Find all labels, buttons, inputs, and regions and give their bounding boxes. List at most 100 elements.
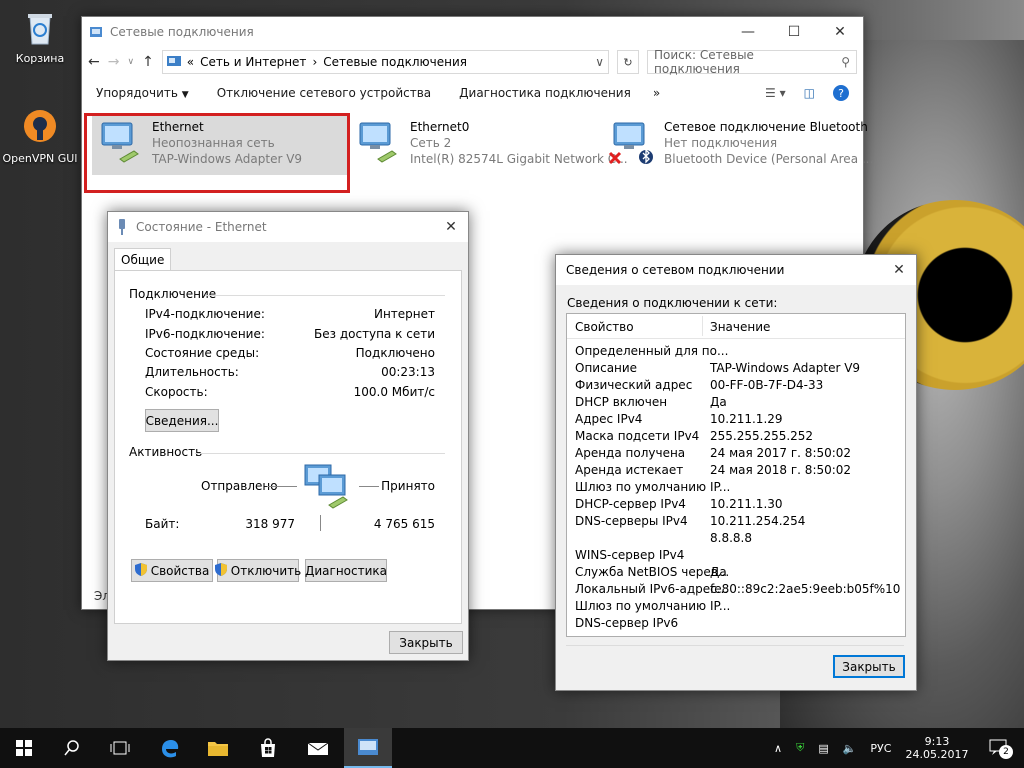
field-label: Длительность:	[145, 365, 239, 379]
minimize-button[interactable]: —	[725, 17, 771, 47]
back-arrow-icon[interactable]: ←	[88, 54, 100, 70]
activity-line	[267, 486, 297, 487]
field-value: 100.0 Мбит/с	[353, 385, 435, 399]
breadcrumb-network-internet[interactable]: Сеть и Интернет	[200, 55, 306, 69]
diagnose-button[interactable]: Диагностика	[305, 559, 387, 582]
search-icon: ⚲	[841, 55, 850, 69]
list-cell-property: DNS-серверы IPv4	[575, 514, 688, 528]
disable-button[interactable]: Отключить	[214, 559, 301, 582]
column-header-property[interactable]: Свойство	[575, 320, 634, 334]
forward-arrow-icon[interactable]: →	[108, 54, 120, 70]
close-button[interactable]: ✕	[434, 219, 468, 235]
close-dialog-button[interactable]: Закрыть	[389, 631, 463, 654]
dialog-titlebar: Состояние - Ethernet ✕	[108, 212, 468, 242]
diagnose-button[interactable]: Диагностика подключения	[459, 86, 631, 100]
desktop-icon-openvpn[interactable]: OpenVPN GUI	[2, 108, 78, 165]
network-adapter-icon	[354, 119, 402, 168]
address-dropdown-icon[interactable]: ∨	[595, 55, 604, 69]
breadcrumb-network-connections[interactable]: Сетевые подключения	[323, 55, 467, 69]
tab-panel: Подключение IPv4-подключение: Интернет I…	[114, 270, 462, 624]
list-cell-value: Да	[710, 565, 727, 579]
column-header-value[interactable]: Значение	[710, 320, 770, 334]
notification-badge: 2	[999, 744, 1013, 759]
bluetooth-adapter-icon	[608, 119, 656, 168]
adapter-item-bluetooth[interactable]: Сетевое подключение Bluetooth Нет подклю…	[604, 115, 873, 172]
organize-button[interactable]: Упорядочить ▼	[96, 86, 189, 100]
search-button[interactable]	[48, 728, 96, 768]
chevron-up-icon[interactable]: ∧	[774, 742, 782, 755]
network-activity-icon	[301, 461, 357, 514]
store-taskbar-button[interactable]	[244, 728, 292, 768]
mail-taskbar-button[interactable]	[294, 728, 342, 768]
list-cell-value: 8.8.8.8	[710, 531, 752, 545]
clock[interactable]: 9:13 24.05.2017	[906, 728, 969, 768]
action-center-button[interactable]: 2	[980, 728, 1016, 768]
field-label: IPv4-подключение:	[145, 307, 265, 321]
volume-icon[interactable]: 🔈	[843, 742, 857, 755]
list-cell-property: Маска подсети IPv4	[575, 429, 700, 443]
mail-icon	[307, 742, 329, 755]
close-button[interactable]: ✕	[882, 262, 916, 278]
field-label: Скорость:	[145, 385, 208, 399]
list-cell-property: DNS-сервер IPv6	[575, 616, 679, 630]
close-button[interactable]: ✕	[817, 17, 863, 47]
address-folder-icon	[166, 55, 181, 70]
bytes-divider	[320, 515, 321, 531]
command-bar: Упорядочить ▼ Отключение сетевого устрой…	[82, 77, 863, 109]
task-view-button[interactable]	[96, 728, 144, 768]
list-cell-property: Служба NetBIOS черев...	[575, 565, 730, 579]
ethernet-status-dialog: Состояние - Ethernet ✕ Общие Подключение…	[107, 211, 469, 661]
folder-icon	[208, 742, 228, 756]
openvpn-icon	[20, 108, 60, 148]
field-value: Подключено	[355, 346, 435, 360]
network-plug-icon	[108, 219, 136, 235]
properties-button[interactable]: Свойства	[131, 559, 213, 582]
list-cell-value: 00-FF-0B-7F-D4-33	[710, 378, 824, 392]
view-options-icon[interactable]: ☰ ▾	[765, 86, 786, 100]
list-cell-property: Описание	[575, 361, 638, 375]
windows-defender-icon[interactable]: ⛨	[796, 741, 804, 755]
dialog-title: Сведения о сетевом подключении	[566, 263, 785, 277]
recycle-bin-icon	[20, 8, 60, 48]
field-value: Без доступа к сети	[314, 327, 435, 341]
file-explorer-taskbar-button[interactable]	[194, 728, 242, 768]
disable-device-button[interactable]: Отключение сетевого устройства	[217, 86, 431, 100]
adapter-status: Сеть 2	[410, 136, 452, 150]
up-arrow-icon[interactable]: ↑	[142, 54, 154, 70]
start-button[interactable]	[0, 728, 48, 768]
close-dialog-button[interactable]: Закрыть	[833, 655, 905, 678]
shield-icon	[214, 562, 227, 579]
field-value: 00:23:13	[381, 365, 435, 379]
list-cell-property: Аренда истекает	[575, 463, 684, 477]
bytes-label: Байт:	[145, 517, 180, 531]
edge-taskbar-button[interactable]	[146, 728, 194, 768]
language-indicator[interactable]: РУС	[870, 742, 891, 755]
network-connections-taskbar-button[interactable]	[344, 728, 392, 768]
group-activity-label: Активность	[129, 445, 203, 459]
list-cell-property: Аренда получена	[575, 446, 686, 460]
search-icon	[64, 740, 79, 756]
column-separator[interactable]	[702, 316, 703, 336]
network-tray-icon[interactable]: ▤	[818, 742, 828, 755]
window-title: Сетевые подключения	[110, 25, 254, 39]
system-tray: ∧ ⛨ ▤ 🔈 РУС	[774, 728, 891, 768]
received-label: Принято	[381, 479, 435, 493]
network-folder-icon	[82, 25, 110, 39]
desktop-icon-recycle-bin[interactable]: Корзина	[2, 8, 78, 65]
help-icon[interactable]: ?	[833, 85, 849, 101]
details-list[interactable]: Свойство Значение Определенный для по...…	[566, 313, 906, 637]
more-commands-button[interactable]: »	[653, 86, 660, 100]
tab-general[interactable]: Общие	[114, 248, 172, 271]
adapter-device: Intel(R) 82574L Gigabit Network C...	[410, 152, 628, 166]
refresh-icon[interactable]: ↻	[617, 50, 639, 74]
dialog-title: Состояние - Ethernet	[136, 220, 267, 234]
adapter-item-ethernet0[interactable]: Ethernet0 Сеть 2 Intel(R) 82574L Gigabit…	[350, 115, 628, 172]
maximize-button[interactable]: ☐	[771, 17, 817, 47]
search-input[interactable]: Поиск: Сетевые подключения ⚲	[647, 48, 857, 76]
list-cell-value: 255.255.255.252	[710, 429, 814, 443]
address-bar[interactable]: « Сеть и Интернет › Сетевые подключения …	[161, 50, 609, 74]
details-button[interactable]: Сведения...	[145, 409, 219, 432]
dialog-titlebar: Сведения о сетевом подключении ✕	[556, 255, 916, 285]
preview-pane-icon[interactable]: ◫	[804, 86, 815, 100]
recent-dropdown-icon[interactable]: ∨	[127, 57, 134, 67]
